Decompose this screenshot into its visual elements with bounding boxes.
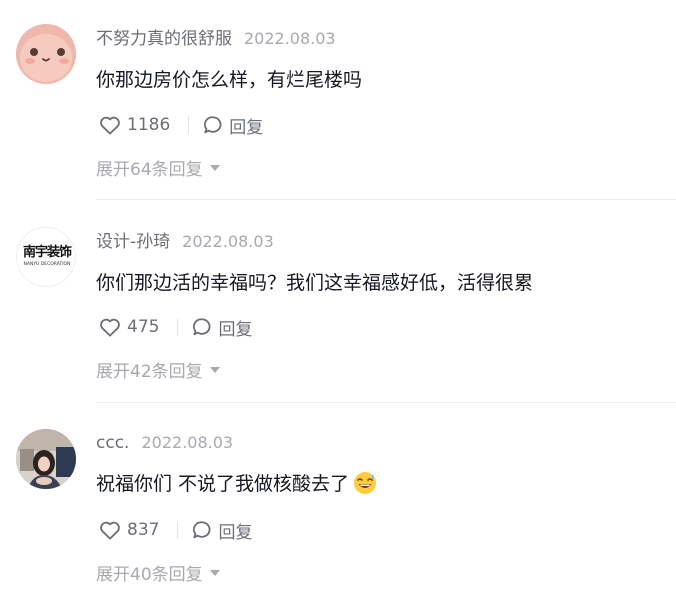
expand-replies-button[interactable]: 展开40条回复 [96,560,221,585]
reply-label: 回复 [218,522,253,543]
comment-date: 2022.08.03 [141,433,234,452]
action-divider [188,116,190,134]
speech-bubble-icon [203,115,223,135]
avatar-logo-subtitle: NANYU DECORATION [23,262,71,267]
comment-text: 你们那边活的幸福吗？我们这幸福感好低，活得很累 [96,272,534,294]
speech-bubble-icon [192,520,212,540]
username[interactable]: 不努力真的很舒服 [96,27,232,51]
username[interactable]: ccc. [96,431,129,455]
comment-item: ccc. 2022.08.03 祝福你们 不说了我做核酸去了 837 回复 展开… [0,403,676,605]
like-button[interactable]: 1186 [99,115,170,135]
expand-replies-label: 展开40条回复 [96,565,203,585]
avatar[interactable] [16,24,76,84]
avatar[interactable]: 南宇装饰 NANYU DECORATION [16,227,76,287]
like-count: 837 [127,520,160,540]
comment-date: 2022.08.03 [244,29,336,48]
like-count: 1186 [127,115,171,135]
action-divider [177,521,179,539]
expand-replies-label: 展开64条回复 [96,160,203,180]
comment-text-content: 祝福你们 不说了我做核酸去了 [96,473,350,495]
action-divider [177,318,179,336]
reply-button[interactable]: 回复 [203,113,263,138]
speech-bubble-icon [192,317,212,337]
comment-item: 南宇装饰 NANYU DECORATION 设计-孙琦 2022.08.03 你… [0,200,676,403]
expand-replies-button[interactable]: 展开42条回复 [96,357,221,382]
reply-button[interactable]: 回复 [192,315,252,340]
blob-face-icon [16,24,76,84]
reply-label: 回复 [218,319,253,340]
like-button[interactable]: 475 [99,317,159,337]
heart-outline-icon [99,520,121,540]
expand-replies-button[interactable]: 展开64条回复 [96,155,221,180]
like-count: 475 [127,317,160,337]
comment-date: 2022.08.03 [182,232,274,251]
heart-outline-icon [99,317,121,337]
caret-down-icon [209,569,221,577]
comment-text: 祝福你们 不说了我做核酸去了 [96,471,676,497]
like-button[interactable]: 837 [99,520,159,540]
avatar-logo: 南宇装饰 NANYU DECORATION [17,245,75,269]
reply-label: 回复 [229,117,264,138]
avatar[interactable] [16,429,76,489]
person-photo-icon [16,429,76,489]
heart-outline-icon [99,115,121,135]
expand-replies-label: 展开42条回复 [96,362,203,382]
comment-text: 你那边房价怎么样，有烂尾楼吗 [96,69,363,91]
reply-button[interactable]: 回复 [192,518,252,543]
sweat-smile-emoji [353,471,377,495]
caret-down-icon [209,366,221,374]
avatar-logo-title: 南宇装饰 [22,245,72,260]
caret-down-icon [209,164,221,172]
comment-item: 不努力真的很舒服 2022.08.03 你那边房价怎么样，有烂尾楼吗 1186 … [0,0,676,200]
username[interactable]: 设计-孙琦 [96,230,170,254]
